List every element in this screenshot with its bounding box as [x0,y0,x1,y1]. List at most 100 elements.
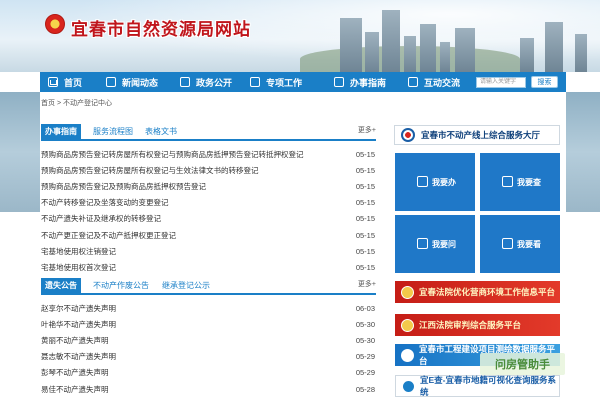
apply-icon [417,176,428,187]
nav-guide-label: 办事指南 [350,77,387,88]
item-title: 不动产更正登记及不动产抵押权更正登记 [41,230,176,240]
ad-court-business-platform[interactable]: 宜春法院优化营商环境工作信息平台 [395,281,560,303]
ad-jiangxi-court-platform[interactable]: 江西法院审判综合服务平台 [395,314,560,336]
item-date: 05-15 [355,262,375,272]
nav-guide[interactable]: 办事指南 [326,72,400,92]
item-title: 彭琴不动产遗失声明 [41,368,109,378]
banner-building [365,32,379,72]
view-icon [502,238,513,249]
tab-inherit-notice[interactable]: 继承登记公示 [162,278,210,293]
list-item[interactable]: 叶艳华不动产遗失声明 05-30 [41,316,376,332]
banner-building [575,34,587,72]
more-link[interactable]: 更多+ [358,125,376,135]
ad-label: 宜E查-宜春市地籍可视化查询服务系统 [420,375,557,397]
list-item[interactable]: 不动产遗失补证及继承权的转移登记 05-15 [41,211,376,227]
item-title: 预购商品房预告登记转房屋所有权登记与预购商品房抵押预告登记转抵押权登记 [41,149,304,159]
nav-home-label: 首页 [64,77,83,88]
list-item[interactable]: 预购商品房预告登记转房屋所有权登记与预购商品房抵押预告登记转抵押权登记 05-15 [41,146,376,162]
notice-tabs: 遗失公告 不动产作废公告 继承登记公示 更多+ [41,278,376,295]
list-item[interactable]: 不动产更正登记及不动产抵押权更正登记 05-15 [41,227,376,243]
banner-building [520,38,534,72]
nav-gov[interactable]: 政务公开 [172,72,242,92]
list-item[interactable]: 不动产转移登记及坐落变动的变更登记 05-15 [41,195,376,211]
list-item[interactable]: 宅基地使用权注销登记 05-15 [41,243,376,259]
nav-home[interactable]: 首页 [40,72,98,92]
tab-forms[interactable]: 表格文书 [145,124,177,139]
service-ask-button[interactable]: 我要问 [395,215,475,273]
service-view-button[interactable]: 我要看 [480,215,560,273]
search-button[interactable]: 搜索 [531,76,558,88]
home-icon [48,77,58,87]
nav-news-label: 新闻动态 [122,77,159,88]
item-title: 不动产遗失补证及继承权的转移登记 [41,214,161,224]
service-apply-button[interactable]: 我要办 [395,153,475,211]
item-date: 05-15 [355,165,375,175]
item-title: 预购商品房预告登记转房屋所有权登记与生效法律文书的转移登记 [41,165,259,175]
tab-guide[interactable]: 办事指南 [41,124,81,139]
service-hall-title: 宜春市不动产线上综合服务大厅 [421,130,541,140]
list-item[interactable]: 彭琴不动产遗失声明 05-29 [41,365,376,381]
search-input[interactable]: 请输入关键字 [476,77,526,88]
list-item[interactable]: 赵享尔不动产遗失声明 06-03 [41,300,376,316]
item-title: 易佳不动产遗失声明 [41,384,109,394]
item-date: 05-15 [355,246,375,256]
chat-icon [408,77,418,87]
header-banner: 宜春市自然资源局网站 [0,0,600,72]
nav-news[interactable]: 新闻动态 [98,72,172,92]
item-title: 聂志敏不动产遗失声明 [41,352,116,362]
guide-icon [334,77,344,87]
nav-gov-label: 政务公开 [196,77,233,88]
banner-building [545,22,563,72]
item-date: 05-28 [355,384,375,394]
nav-special-label: 专项工作 [266,77,303,88]
list-item[interactable]: 宅基地使用权首次登记 05-15 [41,259,376,275]
online-service-hall-banner[interactable]: 宜春市不动产线上综合服务大厅 [394,125,560,145]
list-item[interactable]: 预购商品房预告登记及预购商品房抵押权预告登记 05-15 [41,178,376,194]
list-item[interactable]: 预购商品房预告登记转房屋所有权登记与生效法律文书的转移登记 05-15 [41,162,376,178]
item-date: 05-15 [355,198,375,208]
list-item[interactable]: 聂志敏不动产遗失声明 05-29 [41,349,376,365]
guide-tabs: 办事指南 服务流程图 表格文书 更多+ [41,124,376,141]
platform-logo-icon [401,348,414,362]
list-item[interactable]: 易佳不动产遗失声明 05-28 [41,381,376,397]
service-query-label: 我要查 [517,178,541,187]
ad-cadastral-query-system[interactable]: 宜E查-宜春市地籍可视化查询服务系统 [395,375,560,397]
item-date: 05-29 [355,368,375,378]
court-emblem-icon [401,285,414,299]
item-title: 宅基地使用权注销登记 [41,246,116,256]
gov-icon [180,77,190,87]
banner-building [382,10,400,72]
item-title: 叶艳华不动产遗失声明 [41,319,116,329]
tab-lost-notice[interactable]: 遗失公告 [41,278,81,293]
item-date: 05-15 [355,181,375,191]
item-date: 05-15 [355,230,375,240]
more-link[interactable]: 更多+ [358,279,376,289]
item-title: 不动产转移登记及坐落变动的变更登记 [41,198,169,208]
nav-special[interactable]: 专项工作 [242,72,326,92]
item-title: 黄丽不动产遗失声明 [41,335,109,345]
tab-flowchart[interactable]: 服务流程图 [93,124,133,139]
notice-list: 赵享尔不动产遗失声明 06-03 叶艳华不动产遗失声明 05-30 黄丽不动产遗失声… [41,300,376,397]
item-title: 宅基地使用权首次登记 [41,262,116,272]
service-query-button[interactable]: 我要查 [480,153,560,211]
service-view-label: 我要看 [517,240,541,249]
watermark: 问房管助手 [480,353,565,375]
banner-building [455,28,475,72]
item-date: 06-03 [355,303,375,313]
national-emblem-icon [45,14,65,34]
query-icon [502,176,513,187]
service-apply-label: 我要办 [432,178,456,187]
service-hall-logo-icon [401,128,415,142]
ad-label: 宜春法院优化营商环境工作信息平台 [419,287,556,297]
background-lake [0,92,40,212]
nav-interact[interactable]: 互动交流 [400,72,470,92]
banner-building [340,18,362,72]
background-lake [566,92,600,212]
tab-void-notice[interactable]: 不动产作废公告 [93,278,149,293]
item-date: 05-15 [355,149,375,159]
banner-building [420,24,436,72]
list-item[interactable]: 黄丽不动产遗失声明 05-30 [41,332,376,348]
edit-icon [250,77,260,87]
ask-icon [417,238,428,249]
site-title: 宜春市自然资源局网站 [71,20,251,40]
